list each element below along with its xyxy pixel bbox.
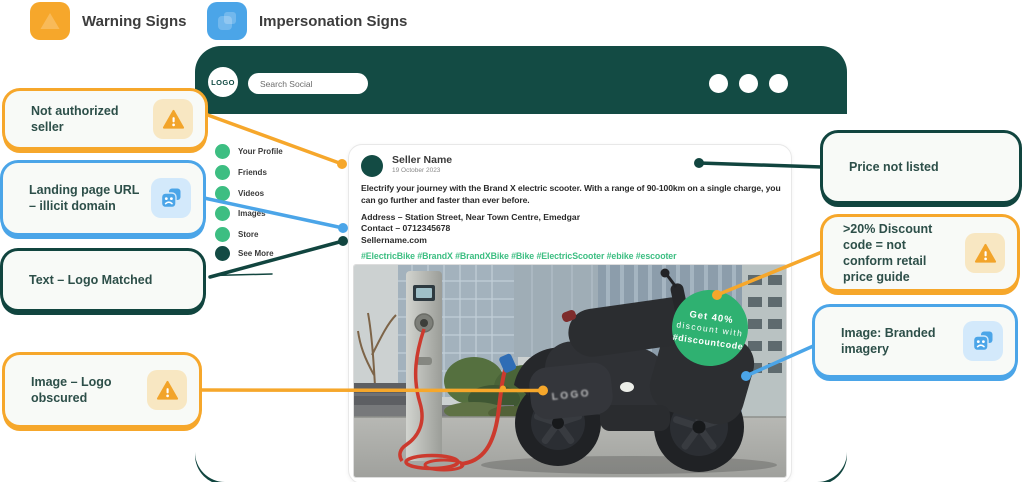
- warning-legend-icon: [30, 2, 70, 40]
- sidebar-item-friends[interactable]: Friends: [215, 165, 267, 180]
- scooter-photo-illustration: LOGO Get 40% discount with #discountcode: [354, 265, 787, 478]
- post-body-text: Electrify your journey with the Brand X …: [361, 183, 785, 207]
- legend-impersonation: Impersonation Signs: [207, 2, 407, 40]
- see-more-icon: [215, 246, 230, 261]
- impersonation-icon: [963, 321, 1003, 361]
- callout-label: Price not listed: [849, 159, 939, 175]
- sidebar-label: See More: [238, 249, 274, 258]
- sidebar-item-your-profile[interactable]: Your Profile: [215, 144, 283, 159]
- infographic-canvas: Warning Signs Impersonation Signs LOGO S…: [0, 0, 1024, 482]
- seller-name[interactable]: Seller Name: [392, 154, 452, 166]
- callout-label: Image: Branded imagery: [841, 325, 955, 358]
- callout-label: Not authorized seller: [31, 103, 145, 136]
- post-hashtags[interactable]: #ElectricBike #BrandX #BrandXBike #Bike …: [361, 251, 785, 261]
- post-website-link[interactable]: Sellername.com: [361, 235, 785, 246]
- sidebar-item-images[interactable]: Images: [215, 206, 266, 221]
- callout-label: >20% Discount code = not conform retail …: [843, 221, 957, 286]
- friends-icon: [215, 165, 230, 180]
- callout-landing-page-url: Landing page URL – illicit domain: [0, 160, 206, 236]
- sidebar-item-videos[interactable]: Videos: [215, 186, 264, 201]
- post-date: 19 October 2023: [392, 167, 440, 174]
- post-address-line: Address – Station Street, Near Town Cent…: [361, 212, 785, 223]
- impersonation-icon: [151, 178, 191, 218]
- search-placeholder: Search Social: [260, 79, 312, 89]
- callout-price-not-listed: Price not listed: [820, 130, 1022, 204]
- legend-warning-label: Warning Signs: [82, 13, 186, 30]
- callout-branded-imagery: Image: Branded imagery: [812, 304, 1018, 378]
- app-logo[interactable]: LOGO: [208, 67, 238, 97]
- sidebar-item-see-more[interactable]: See More: [215, 246, 274, 261]
- sidebar-item-store[interactable]: Store: [215, 227, 258, 242]
- browser-header: LOGO Search Social: [195, 46, 847, 114]
- images-icon: [215, 206, 230, 221]
- sidebar-label: Store: [238, 230, 258, 239]
- sidebar-label: Videos: [238, 189, 264, 198]
- callout-text-logo-matched: Text – Logo Matched: [0, 248, 206, 312]
- sidebar-label: Friends: [238, 168, 267, 177]
- window-dot-1[interactable]: [709, 74, 728, 93]
- social-post-card: Seller Name 19 October 2023 Electrify yo…: [348, 144, 792, 482]
- window-dot-3[interactable]: [769, 74, 788, 93]
- sidebar-label: Images: [238, 209, 266, 218]
- charging-station: [406, 271, 442, 461]
- browser-window: LOGO Search Social Your Profile Friends …: [195, 46, 847, 482]
- callout-image-logo-obscured: Image – Logo obscured: [2, 352, 202, 428]
- warning-icon: [147, 370, 187, 410]
- window-dot-2[interactable]: [739, 74, 758, 93]
- post-photo-scooter: LOGO Get 40% discount with #discountcode: [353, 264, 787, 478]
- post-contact-line: Contact – 0712345678: [361, 223, 785, 234]
- warning-icon: [965, 233, 1005, 273]
- legend-impersonation-label: Impersonation Signs: [259, 13, 407, 30]
- callout-discount-code: >20% Discount code = not conform retail …: [820, 214, 1020, 292]
- post-contact-block: Address – Station Street, Near Town Cent…: [361, 212, 785, 246]
- warning-icon: [153, 99, 193, 139]
- seller-avatar[interactable]: [361, 155, 383, 177]
- impersonation-legend-icon: [207, 2, 247, 40]
- videos-icon: [215, 186, 230, 201]
- search-input[interactable]: Search Social: [248, 73, 368, 94]
- callout-not-authorized-seller: Not authorized seller: [2, 88, 208, 150]
- sidebar-label: Your Profile: [238, 147, 283, 156]
- store-icon: [215, 227, 230, 242]
- profile-icon: [215, 144, 230, 159]
- callout-label: Image – Logo obscured: [31, 374, 139, 407]
- legend-warning: Warning Signs: [30, 2, 186, 40]
- callout-label: Text – Logo Matched: [29, 272, 152, 288]
- callout-label: Landing page URL – illicit domain: [29, 182, 143, 215]
